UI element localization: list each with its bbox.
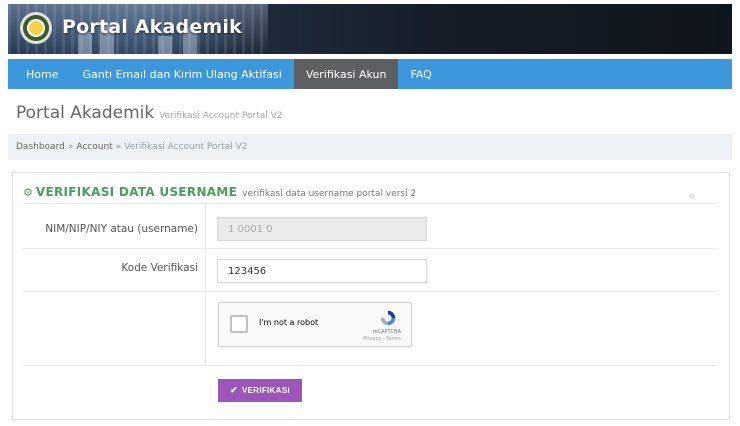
verification-code-label: Kode Verifikasi: [121, 262, 198, 274]
nav-verifikasi-akun[interactable]: Verifikasi Akun: [293, 59, 399, 89]
recaptcha-logo-icon: [380, 310, 396, 326]
university-logo: [20, 12, 52, 44]
breadcrumb-current: Verifikasi Account Portal V2: [124, 142, 248, 152]
breadcrumb-dashboard[interactable]: Dashboard: [16, 142, 65, 152]
verification-form-box: ⚙︎ VERIFIKASI DATA USERNAME verifikasi d…: [12, 172, 730, 420]
page-heading: Portal Akademik Verifikasi Account Porta…: [16, 103, 283, 123]
form-description: verifikasi data username portal versi 2: [242, 189, 417, 199]
recaptcha-brand: reCAPTCHA: [372, 329, 401, 335]
recaptcha-checkbox-label: I'm not a robot: [259, 318, 319, 327]
username-label: NIM/NIP/NIY atau (username): [45, 223, 198, 235]
main-nav: Home Ganti Email dan Kirim Ulang Aktifas…: [8, 59, 732, 89]
form-title: VERIFIKASI DATA USERNAME: [35, 185, 238, 199]
recaptcha-checkbox[interactable]: [230, 315, 248, 333]
divider: [23, 248, 717, 249]
divider: [23, 203, 717, 204]
divider: [23, 291, 717, 292]
page-subtitle: Verifikasi Account Portal V2: [159, 111, 283, 121]
breadcrumb-separator: »: [67, 142, 74, 152]
breadcrumb-account[interactable]: Account: [76, 142, 112, 152]
breadcrumb-separator: »: [115, 142, 122, 152]
recaptcha-links[interactable]: Privacy - Terms: [363, 336, 401, 342]
verify-button[interactable]: ✔ VERIFIKASI: [218, 379, 302, 402]
header-banner: Portal Akademik: [8, 4, 732, 54]
page-title: Portal Akademik: [16, 103, 155, 123]
banner-building: [158, 36, 172, 54]
check-icon: ✔: [230, 385, 238, 395]
verification-code-input[interactable]: 123456: [217, 259, 427, 283]
nav-home[interactable]: Home: [8, 59, 70, 89]
nav-ganti-email[interactable]: Ganti Email dan Kirim Ulang Aktifasi: [70, 59, 293, 89]
portal-title: Portal Akademik: [62, 16, 242, 38]
breadcrumb: Dashboard » Account » Verifikasi Account…: [8, 134, 732, 160]
form-header: ⚙︎ VERIFIKASI DATA USERNAME verifikasi d…: [23, 185, 416, 199]
collapse-toggle[interactable]: o: [689, 191, 694, 200]
divider: [23, 365, 717, 366]
recaptcha-widget: I'm not a robot reCAPTCHA Privacy - Term…: [218, 302, 412, 347]
verify-button-label: VERIFIKASI: [241, 386, 290, 395]
nav-faq[interactable]: FAQ: [398, 59, 443, 89]
divider: [205, 203, 206, 365]
username-input: 1 0001 0: [217, 217, 427, 241]
cogs-icon: ⚙︎: [23, 186, 33, 199]
